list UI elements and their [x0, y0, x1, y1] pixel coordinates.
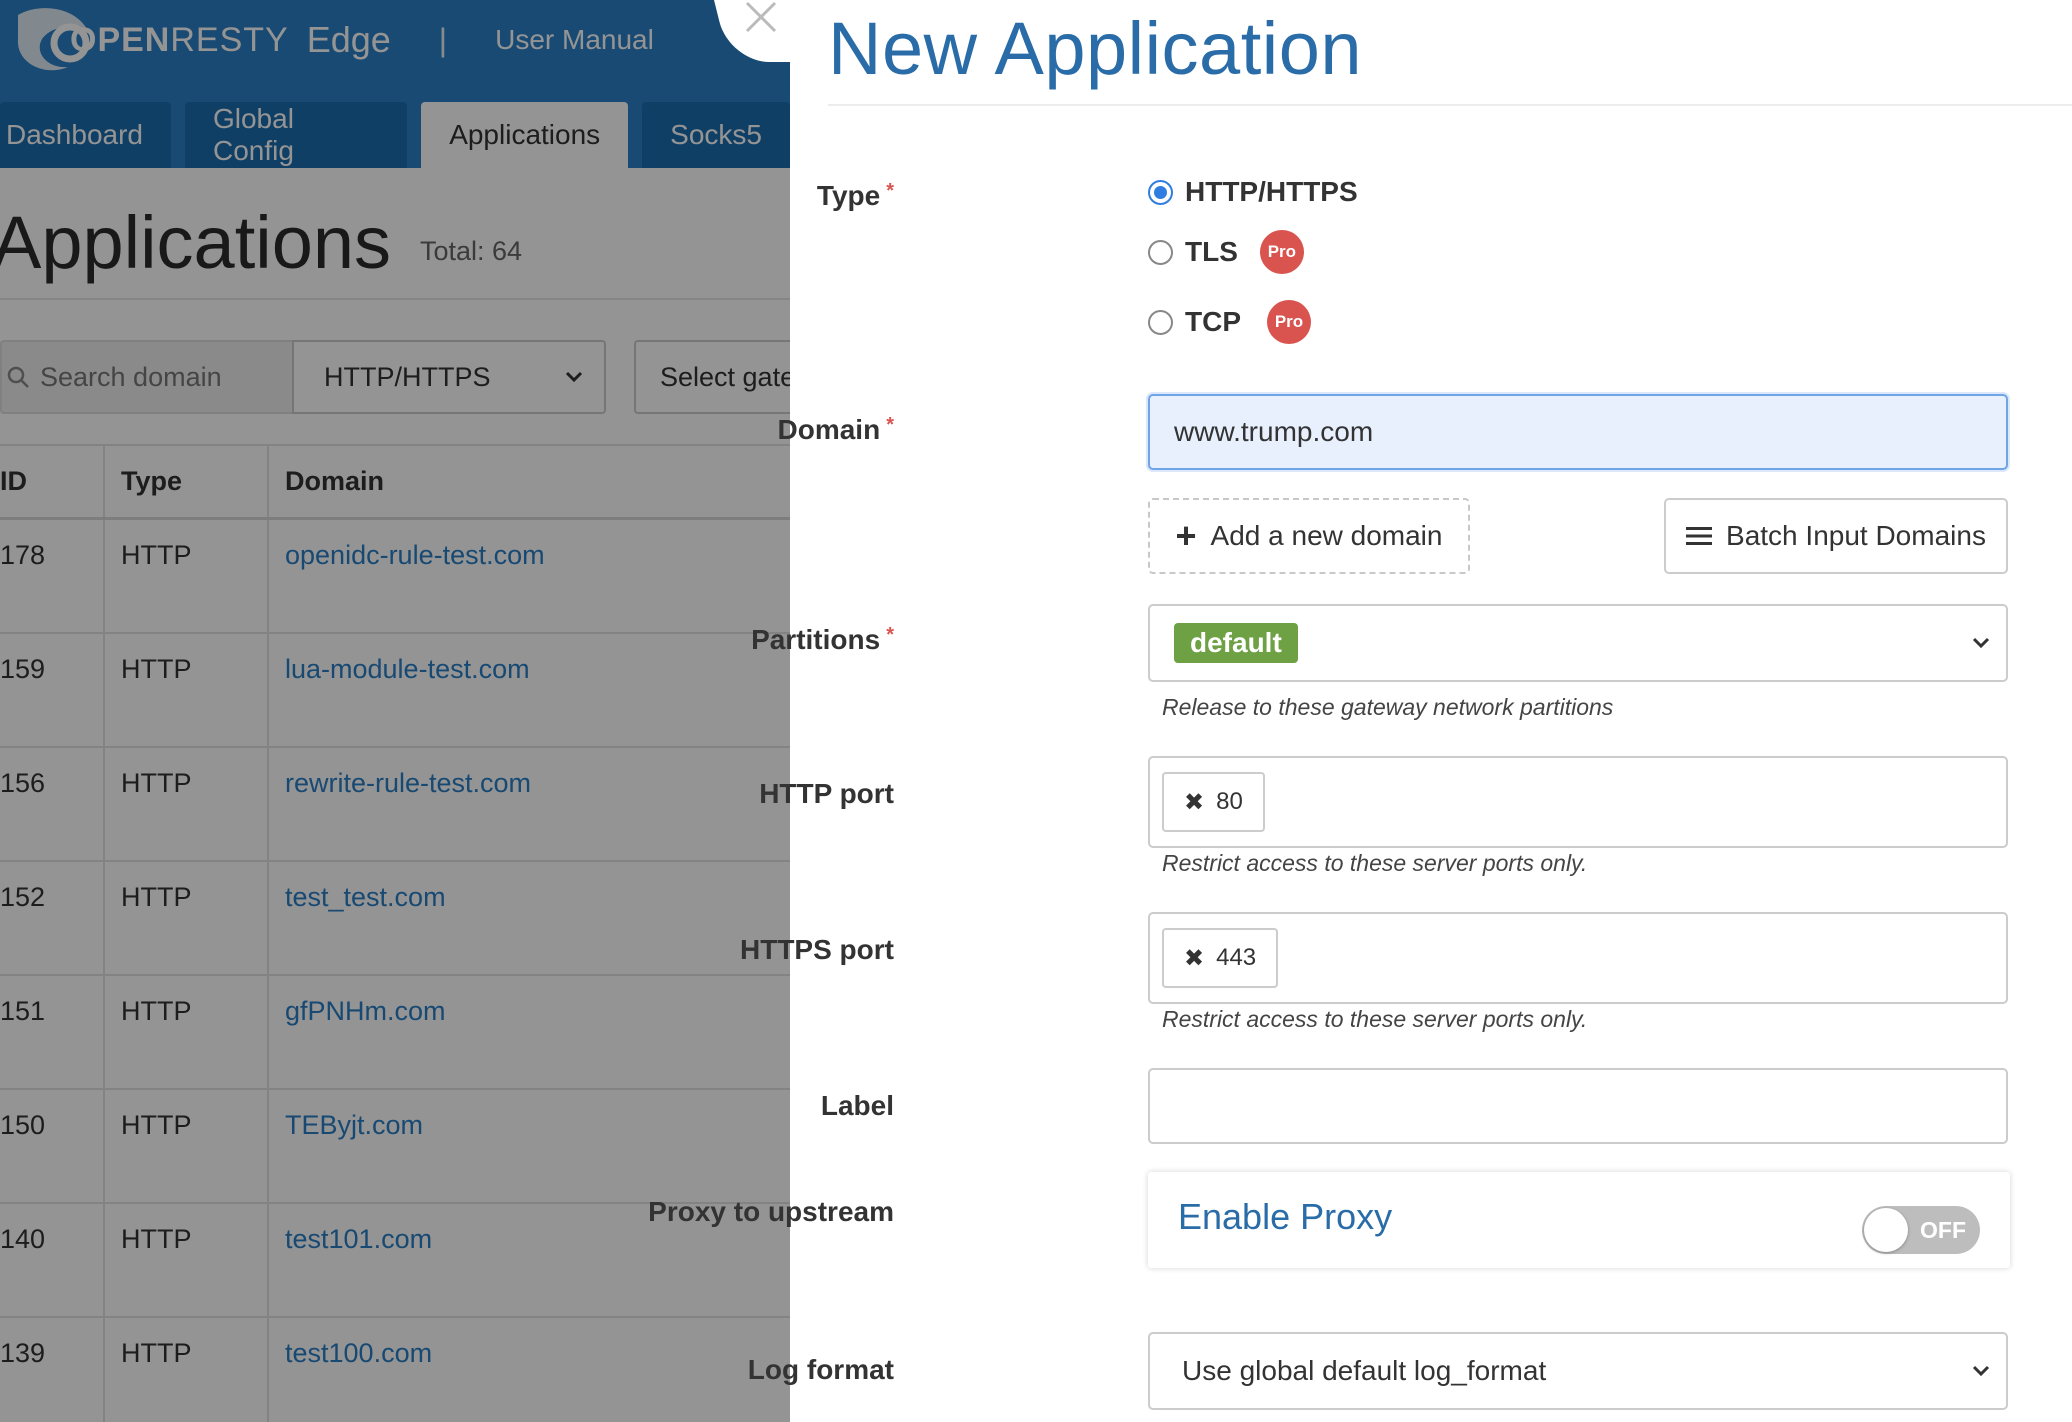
- http-port-help-text: Restrict access to these server ports on…: [1162, 850, 1588, 876]
- drawer-title: New Application: [828, 7, 1363, 90]
- log-format-select[interactable]: Use global default log_format: [1148, 1332, 2008, 1410]
- toggle-knob: [1864, 1208, 1908, 1252]
- pro-badge: Pro: [1267, 300, 1311, 344]
- add-domain-button[interactable]: + Add a new domain: [1148, 498, 1470, 574]
- proxy-panel: Enable Proxy OFF: [1148, 1172, 2010, 1268]
- remove-icon[interactable]: ✖: [1184, 788, 1204, 817]
- chevron-down-icon: [1972, 637, 1990, 649]
- partitions-select[interactable]: default: [1148, 604, 2008, 682]
- log-format-label: Log format: [747, 1354, 894, 1385]
- radio-button[interactable]: [1148, 239, 1173, 265]
- domain-input[interactable]: www.trump.com: [1148, 394, 2008, 470]
- remove-icon[interactable]: ✖: [1184, 944, 1204, 973]
- partitions-help-text: Release to these gateway network partiti…: [1162, 694, 1614, 720]
- radio-button[interactable]: [1148, 179, 1173, 205]
- https-port-help-text: Restrict access to these server ports on…: [1162, 1006, 1588, 1032]
- list-icon: [1686, 527, 1713, 545]
- radio-http-https[interactable]: HTTP/HTTPS: [1148, 176, 1358, 208]
- type-label: Type *: [816, 180, 894, 211]
- https-port-label: HTTPS port: [740, 934, 894, 965]
- radio-label: HTTP/HTTPS: [1185, 176, 1358, 207]
- domain-label: Domain *: [777, 414, 894, 445]
- partitions-label: Partitions *: [751, 624, 894, 655]
- batch-input-label: Batch Input Domains: [1726, 520, 1986, 551]
- chevron-down-icon: [1972, 1365, 1990, 1377]
- radio-label: TLS: [1185, 236, 1238, 267]
- radio-tcp[interactable]: TCP Pro: [1148, 300, 1311, 344]
- radio-tls[interactable]: TLS Pro: [1148, 230, 1304, 274]
- port-value: 443: [1216, 944, 1257, 971]
- port-chip: ✖ 443: [1162, 928, 1279, 988]
- proxy-label: Proxy to upstream: [648, 1196, 894, 1227]
- partition-tag[interactable]: default: [1174, 623, 1298, 663]
- drawer-divider: [828, 104, 2072, 106]
- close-icon[interactable]: [744, 0, 778, 34]
- toggle-state: OFF: [1920, 1217, 1966, 1243]
- http-port-label: HTTP port: [759, 778, 894, 809]
- add-domain-label: Add a new domain: [1210, 520, 1443, 551]
- new-application-drawer: New Application Type * HTTP/HTTPS TLS Pro…: [648, 0, 2072, 1422]
- label-label: Label: [820, 1090, 894, 1121]
- radio-label: TCP: [1185, 306, 1241, 337]
- enable-proxy-toggle[interactable]: OFF: [1862, 1206, 1980, 1254]
- radio-button[interactable]: [1148, 309, 1173, 335]
- https-port-input[interactable]: ✖ 443: [1148, 912, 2008, 1004]
- http-port-input[interactable]: ✖ 80: [1148, 756, 2008, 848]
- enable-proxy-title: Enable Proxy: [1178, 1196, 1393, 1237]
- batch-input-domains-button[interactable]: Batch Input Domains: [1664, 498, 2008, 574]
- pro-badge: Pro: [1259, 230, 1304, 274]
- log-format-value: Use global default log_format: [1182, 1355, 1547, 1386]
- port-chip: ✖ 80: [1162, 772, 1265, 832]
- plus-icon: +: [1175, 515, 1197, 556]
- port-value: 80: [1216, 788, 1243, 815]
- label-input[interactable]: [1148, 1068, 2008, 1144]
